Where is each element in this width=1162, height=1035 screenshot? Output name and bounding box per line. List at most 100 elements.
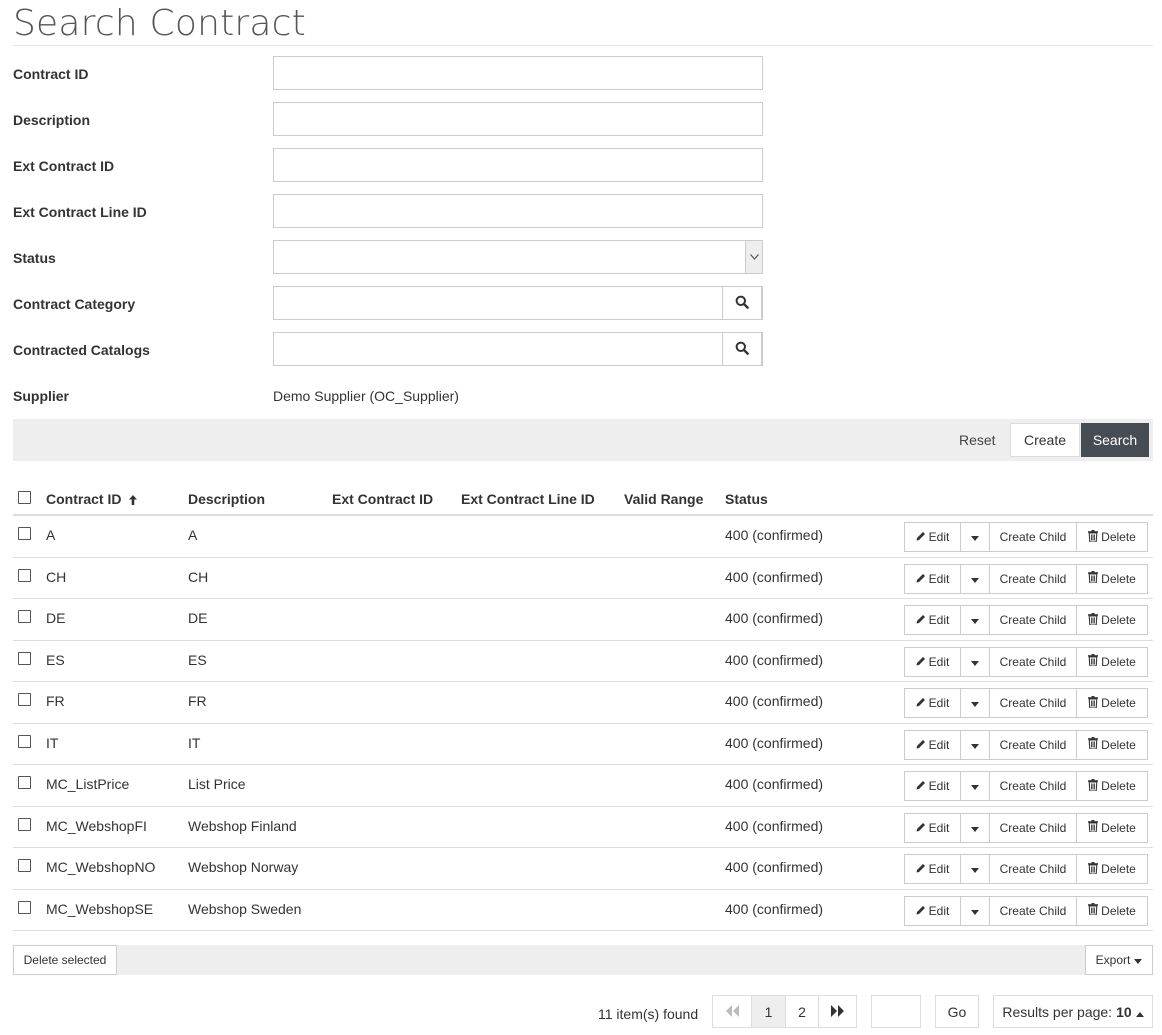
create-child-button[interactable]: Create Child (989, 895, 1077, 926)
row-actions-dropdown-button[interactable] (960, 771, 990, 801)
row-checkbox[interactable] (18, 859, 31, 872)
ext-contract-line-id-input[interactable] (273, 194, 763, 228)
row-checkbox[interactable] (18, 776, 31, 789)
row-description: Webshop Norway (188, 859, 299, 875)
delete-button[interactable]: Delete (1076, 605, 1148, 635)
page-1-button[interactable]: 1 (751, 995, 786, 1028)
results-per-page-dropdown[interactable]: Results per page: 10 (993, 995, 1153, 1028)
table-row: MC_WebshopFI Webshop Finland 400 (confirme… (13, 807, 1153, 848)
create-child-button[interactable]: Create Child (989, 605, 1077, 635)
row-actions-dropdown-button[interactable] (960, 895, 990, 926)
column-header-contract-id[interactable]: Contract ID (46, 491, 138, 508)
table-body: A A 400 (confirmed) Edit Create Child Delete C… (13, 516, 1153, 931)
search-button[interactable]: Search (1081, 423, 1149, 457)
sort-ascending-icon (129, 492, 138, 508)
contract-category-input[interactable] (273, 286, 763, 320)
table-row: FR FR 400 (confirmed) Edit Create Child Delet… (13, 682, 1153, 724)
delete-button[interactable]: Delete (1076, 729, 1148, 760)
contracted-catalogs-lookup-button[interactable] (722, 332, 762, 366)
delete-button[interactable]: Delete (1076, 895, 1148, 926)
caret-down-icon (971, 821, 979, 835)
row-actions-dropdown-button[interactable] (960, 605, 990, 635)
contracted-catalogs-input[interactable] (273, 332, 763, 366)
edit-button[interactable]: Edit (904, 729, 961, 760)
goto-page-input[interactable] (871, 995, 921, 1028)
create-child-button[interactable]: Create Child (989, 646, 1077, 677)
create-child-button[interactable]: Create Child (989, 854, 1077, 884)
ext-contract-id-input[interactable] (273, 148, 763, 182)
go-button[interactable]: Go (935, 995, 979, 1028)
row-actions-dropdown-button[interactable] (960, 729, 990, 760)
description-input[interactable] (273, 102, 763, 136)
edit-button[interactable]: Edit (904, 895, 961, 926)
row-checkbox[interactable] (18, 817, 31, 831)
delete-selected-button[interactable]: Delete selected (13, 945, 117, 975)
column-header-description[interactable]: Description (188, 491, 265, 507)
row-contract-id: MC_WebshopNO (46, 859, 156, 875)
export-button[interactable]: Export (1085, 945, 1153, 975)
row-actions-dropdown-button[interactable] (960, 563, 990, 594)
row-checkbox[interactable] (18, 651, 31, 665)
row-description: Webshop Sweden (188, 900, 302, 917)
row-checkbox[interactable] (18, 610, 31, 623)
row-actions: Edit Create Child Delete (904, 688, 1148, 718)
create-child-button[interactable]: Create Child (989, 522, 1077, 552)
page-2-button[interactable]: 2 (785, 995, 819, 1028)
pencil-icon (916, 821, 926, 835)
delete-button[interactable]: Delete (1076, 563, 1148, 594)
row-status: 400 (confirmed) (725, 527, 824, 543)
row-description: List Price (188, 776, 246, 792)
row-actions-dropdown-button[interactable] (960, 688, 990, 718)
row-actions-dropdown-button[interactable] (960, 854, 990, 884)
contract-id-input[interactable] (273, 56, 763, 90)
reset-button[interactable]: Reset (959, 432, 996, 448)
row-checkbox[interactable] (18, 900, 31, 914)
row-contract-id: MC_WebshopSE (46, 900, 154, 917)
contract-category-label: Contract Category (13, 296, 136, 312)
row-checkbox[interactable] (18, 527, 31, 540)
create-child-button[interactable]: Create Child (989, 563, 1077, 594)
create-button[interactable]: Create (1010, 423, 1080, 457)
create-child-button[interactable]: Create Child (989, 771, 1077, 801)
next-page-button[interactable] (818, 995, 857, 1028)
delete-button[interactable]: Delete (1076, 854, 1148, 884)
delete-button[interactable]: Delete (1076, 646, 1148, 677)
row-actions-dropdown-button[interactable] (960, 646, 990, 677)
edit-button[interactable]: Edit (904, 605, 961, 635)
row-actions-dropdown-button[interactable] (960, 812, 990, 843)
row-checkbox[interactable] (18, 568, 31, 582)
edit-button[interactable]: Edit (904, 646, 961, 677)
row-status: 400 (confirmed) (725, 651, 824, 668)
row-description: CH (188, 568, 209, 585)
edit-button[interactable]: Edit (904, 771, 961, 801)
column-header-ext-contract-id[interactable]: Ext Contract ID (332, 491, 433, 507)
edit-button[interactable]: Edit (904, 812, 961, 843)
delete-button[interactable]: Delete (1076, 522, 1148, 552)
status-select[interactable] (273, 240, 763, 274)
create-child-button[interactable]: Create Child (989, 812, 1077, 843)
delete-button[interactable]: Delete (1076, 812, 1148, 843)
delete-button[interactable]: Delete (1076, 771, 1148, 801)
row-actions-dropdown-button[interactable] (960, 522, 990, 552)
create-child-button[interactable]: Create Child (989, 729, 1077, 760)
contract-category-lookup-button[interactable] (722, 286, 762, 320)
edit-button[interactable]: Edit (904, 522, 961, 552)
table-row: MC_ListPrice List Price 400 (confirmed) Edi… (13, 765, 1153, 807)
pencil-icon (916, 655, 926, 669)
edit-button[interactable]: Edit (904, 854, 961, 884)
table-row: MC_WebshopSE Webshop Sweden 400 (confirmed… (13, 890, 1153, 931)
row-description: DE (188, 610, 208, 626)
column-header-status[interactable]: Status (725, 491, 768, 507)
row-status: 400 (confirmed) (725, 610, 824, 626)
edit-button[interactable]: Edit (904, 563, 961, 594)
edit-button[interactable]: Edit (904, 688, 961, 718)
select-all-checkbox[interactable] (18, 491, 31, 504)
row-checkbox[interactable] (18, 734, 31, 748)
column-header-ext-contract-line-id[interactable]: Ext Contract Line ID (461, 491, 595, 507)
create-child-button[interactable]: Create Child (989, 688, 1077, 718)
column-header-valid-range[interactable]: Valid Range (624, 491, 703, 507)
delete-button[interactable]: Delete (1076, 688, 1148, 718)
previous-page-button[interactable] (712, 995, 752, 1028)
chevron-down-icon[interactable] (745, 241, 762, 273)
row-checkbox[interactable] (18, 693, 31, 706)
